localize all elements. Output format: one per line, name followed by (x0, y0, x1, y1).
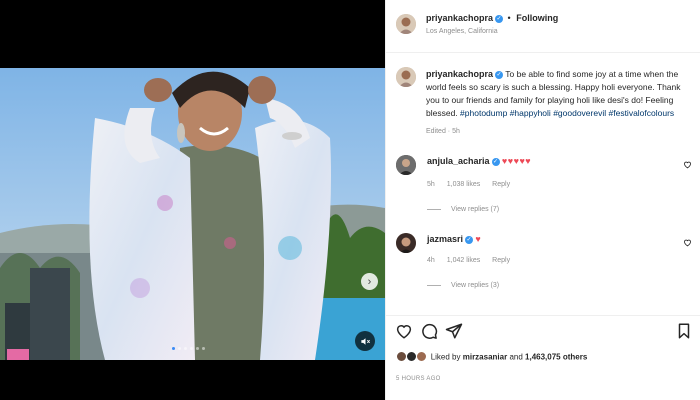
view-replies-label: View replies (7) (451, 206, 500, 213)
comment-time: 5h (427, 181, 435, 188)
divider (427, 208, 441, 210)
comment-meta: 4h 1,042 likes Reply (427, 257, 520, 264)
comment-like-icon[interactable] (683, 238, 692, 247)
share-icon[interactable] (445, 322, 463, 340)
verified-badge-icon: ✓ (495, 14, 504, 23)
hashtag-link[interactable]: #happyholi (510, 108, 551, 118)
avatar (416, 351, 428, 362)
carousel-dot (196, 347, 199, 350)
next-media-button[interactable]: › (361, 273, 378, 290)
edited-timestamp: Edited · 5h (426, 128, 460, 135)
comment-line: anjula_acharia ✓ ♥♥♥♥♥ (427, 156, 531, 166)
hashtag-link[interactable]: #photodump (460, 108, 507, 118)
hashtag-link[interactable]: #goodoverevil (553, 108, 606, 118)
comment-like-icon[interactable] (683, 160, 692, 169)
comment-meta: 5h 1,038 likes Reply (427, 181, 520, 188)
comment-username[interactable]: jazmasri (427, 234, 463, 244)
post-details-panel: priyankachopra ✓ • Following Los Angeles,… (385, 0, 700, 400)
comment-likes[interactable]: 1,038 likes (447, 181, 480, 188)
carousel-dot (190, 347, 193, 350)
carousel-dot (202, 347, 205, 350)
mute-button[interactable] (355, 331, 375, 351)
likes-prefix: Liked by (430, 352, 461, 362)
likes-summary: Liked by mirzasaniar and 1,463,075 other… (396, 351, 587, 364)
view-replies-label: View replies (3) (451, 282, 500, 289)
comment-icon[interactable] (420, 322, 438, 340)
heart-icon[interactable] (395, 322, 413, 340)
header-separator: • (507, 13, 511, 23)
divider (427, 284, 441, 286)
comment-likes[interactable]: 1,042 likes (447, 257, 480, 264)
bookmark-icon[interactable] (675, 322, 693, 340)
verified-badge-icon: ✓ (495, 70, 504, 79)
commenter-avatar[interactable] (396, 233, 416, 253)
comment-line: jazmasri ✓ ♥ (427, 234, 481, 244)
following-button[interactable]: Following (516, 13, 558, 23)
verified-badge-icon: ✓ (465, 235, 474, 244)
post-timestamp: 5 HOURS AGO (396, 376, 441, 382)
likers-avatars[interactable] (396, 351, 428, 364)
reply-button[interactable]: Reply (492, 257, 510, 264)
muted-speaker-icon (360, 337, 370, 345)
chevron-right-icon: › (367, 275, 372, 288)
post-header: priyankachopra ✓ • Following Los Angeles,… (386, 0, 700, 53)
caption-avatar[interactable] (396, 67, 416, 87)
caption-username[interactable]: priyankachopra (426, 69, 493, 79)
carousel-dot (178, 347, 181, 350)
carousel-dot (172, 347, 175, 350)
carousel-dot (184, 347, 187, 350)
comment-username[interactable]: anjula_acharia (427, 156, 490, 166)
verified-badge-icon: ✓ (491, 157, 500, 166)
author-username[interactable]: priyankachopra (426, 13, 493, 23)
comment-text: ♥ (475, 234, 482, 244)
comment-text: ♥♥♥♥♥ (501, 156, 532, 166)
hashtag-link[interactable]: #festivalofcolours (609, 108, 675, 118)
commenter-avatar[interactable] (396, 155, 416, 175)
post-location[interactable]: Los Angeles, California (426, 28, 498, 35)
comment-time: 4h (427, 257, 435, 264)
liker-username[interactable]: mirzasaniar (463, 353, 507, 362)
likes-count[interactable]: 1,463,075 others (525, 353, 587, 362)
instagram-post-window: › priyankachopra ✓ • Following Los Angel… (0, 0, 700, 400)
post-caption: priyankachopra ✓ To be able to find some … (426, 68, 691, 120)
header-user-line: priyankachopra ✓ • Following (426, 13, 558, 23)
view-replies-button[interactable]: View replies (3) (427, 282, 499, 289)
view-replies-button[interactable]: View replies (7) (427, 206, 499, 213)
post-media: › (0, 0, 385, 400)
post-photo[interactable]: › (0, 68, 385, 360)
carousel-indicator (172, 347, 205, 350)
post-actions: Liked by mirzasaniar and 1,463,075 other… (386, 315, 700, 400)
reply-button[interactable]: Reply (492, 181, 510, 188)
author-avatar[interactable] (396, 14, 416, 34)
likes-connector: and (509, 352, 523, 362)
